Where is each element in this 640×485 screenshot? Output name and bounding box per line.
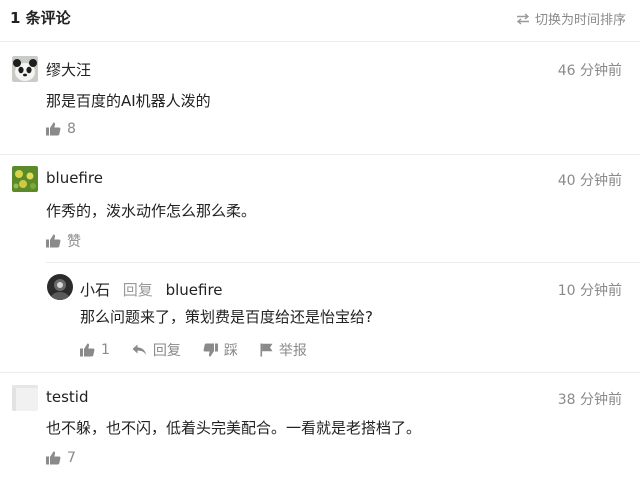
- flower-avatar-image: [12, 166, 38, 192]
- reply-keyword: 回复: [122, 281, 153, 299]
- like-count: 7: [67, 450, 76, 466]
- comment-item: 缪大汪 46 分钟前 那是百度的AI机器人泼的 8: [0, 52, 640, 147]
- person-avatar-image: [47, 274, 73, 300]
- comment-item: bluefire 40 分钟前 作秀的，泼水动作怎么那么柔。 赞: [0, 162, 640, 257]
- comment-time: 46 分钟前: [557, 63, 622, 79]
- like-count: 8: [67, 121, 76, 137]
- reply-label: 回复: [152, 343, 181, 359]
- comments-header: 1 条评论 切换为时间排序: [0, 0, 640, 40]
- comment-actions: 8: [46, 121, 98, 137]
- comment-text: 那么问题来了，策划费是百度给还是怡宝给?: [80, 308, 373, 326]
- comment-author[interactable]: testid: [46, 388, 89, 406]
- flag-icon: [260, 343, 273, 357]
- reply-author[interactable]: 小石: [80, 281, 110, 299]
- comment-actions: 7: [46, 450, 98, 466]
- divider: [0, 154, 640, 155]
- reply-button[interactable]: 回复: [132, 340, 181, 360]
- comment-time: 40 分钟前: [557, 173, 622, 189]
- reply-arrow-icon: [132, 344, 146, 355]
- dislike-button[interactable]: 踩: [203, 340, 238, 360]
- divider: [0, 41, 640, 42]
- thumbs-up-icon: [80, 343, 95, 357]
- comment-text: 也不躲，也不闪，低着头完美配合。一看就是老搭档了。: [46, 419, 422, 437]
- comment-time: 38 分钟前: [557, 392, 622, 408]
- avatar[interactable]: [12, 166, 38, 192]
- reply-item: 小石 回复 bluefire 10 分钟前 那么问题来了，策划费是百度给还是怡宝…: [0, 272, 640, 367]
- like-button[interactable]: 7: [46, 450, 76, 466]
- avatar[interactable]: [12, 56, 38, 82]
- like-count: 1: [101, 342, 110, 358]
- default-avatar-image: [12, 385, 38, 411]
- comment-text: 那是百度的AI机器人泼的: [46, 92, 211, 110]
- comment-count: 1 条评论: [10, 9, 71, 27]
- comment-item: testid 38 分钟前 也不躲，也不闪，低着头完美配合。一看就是老搭档了。 …: [0, 381, 640, 476]
- comment-author[interactable]: bluefire: [46, 169, 103, 187]
- swap-icon: [516, 12, 530, 25]
- sort-label: 切换为时间排序: [534, 13, 626, 28]
- like-button[interactable]: 8: [46, 121, 76, 137]
- comment-author[interactable]: 缪大汪: [46, 59, 91, 80]
- comment-text: 作秀的，泼水动作怎么那么柔。: [46, 202, 257, 220]
- like-label: 赞: [67, 234, 81, 250]
- report-button[interactable]: 举报: [260, 340, 307, 360]
- thumbs-up-icon: [46, 451, 61, 465]
- thumbs-up-icon: [46, 234, 61, 248]
- reply-header: 小石 回复 bluefire: [80, 279, 223, 300]
- avatar[interactable]: [47, 274, 73, 300]
- thumbs-down-icon: [203, 343, 218, 357]
- divider: [46, 262, 640, 263]
- comment-time: 10 分钟前: [557, 283, 622, 299]
- like-button[interactable]: 赞: [46, 231, 81, 251]
- like-button[interactable]: 1: [80, 342, 110, 358]
- comment-actions: 1 回复 踩 举报: [80, 340, 329, 360]
- comment-actions: 赞: [46, 231, 103, 251]
- reply-target[interactable]: bluefire: [166, 281, 223, 299]
- report-label: 举报: [278, 343, 307, 359]
- panda-avatar-image: [12, 56, 38, 82]
- dislike-label: 踩: [223, 343, 238, 359]
- avatar[interactable]: [12, 385, 38, 411]
- thumbs-up-icon: [46, 122, 61, 136]
- divider: [0, 372, 640, 373]
- sort-toggle-button[interactable]: 切换为时间排序: [516, 9, 626, 28]
